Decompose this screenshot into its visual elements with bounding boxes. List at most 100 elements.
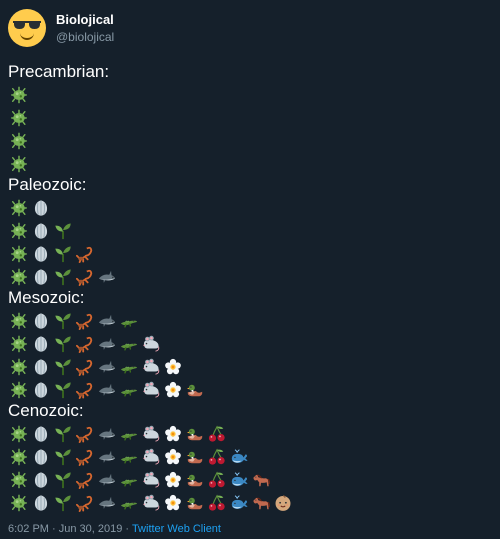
shell-icon — [30, 310, 52, 331]
shell-icon — [30, 469, 52, 490]
seedling-icon — [52, 492, 74, 513]
microbe-icon — [8, 379, 30, 400]
shell-icon — [30, 356, 52, 377]
crocodile-icon — [118, 469, 140, 490]
microbe-icon — [8, 197, 30, 218]
cherries-icon — [206, 446, 228, 467]
seedling-icon — [52, 379, 74, 400]
mouse-icon — [140, 492, 162, 513]
era-title: Mesozoic: — [8, 288, 85, 307]
seedling-icon — [52, 310, 74, 331]
shark-icon — [96, 492, 118, 513]
shark-icon — [96, 310, 118, 331]
mouse-icon — [140, 469, 162, 490]
emoji-row — [8, 491, 492, 514]
tweet-timestamp[interactable]: 6:02 PM · Jun 30, 2019 · — [8, 523, 132, 535]
microbe-icon — [8, 310, 30, 331]
duck-icon — [184, 469, 206, 490]
author-handle[interactable]: @biolojical — [56, 29, 114, 45]
blossom-icon — [162, 446, 184, 467]
tweet-source-link[interactable]: Twitter Web Client — [132, 523, 221, 535]
tweet-footer: 6:02 PM · Jun 30, 2019 · Twitter Web Cli… — [8, 522, 221, 536]
shell-icon — [30, 423, 52, 444]
shell-icon — [30, 333, 52, 354]
seedling-icon — [52, 356, 74, 377]
mouse-icon — [140, 423, 162, 444]
shell-icon — [30, 446, 52, 467]
era-title: Cenozoic: — [8, 401, 84, 420]
emoji-row — [8, 332, 492, 355]
mouse-icon — [140, 446, 162, 467]
whale-icon — [228, 492, 250, 513]
crocodile-icon — [118, 492, 140, 513]
crocodile-icon — [118, 379, 140, 400]
scorpion-icon — [74, 356, 96, 377]
cherries-icon — [206, 423, 228, 444]
whale-icon — [228, 446, 250, 467]
shark-icon — [96, 356, 118, 377]
seedling-icon — [52, 220, 74, 241]
emoji-row — [8, 265, 492, 288]
duck-icon — [184, 379, 206, 400]
scorpion-icon — [74, 492, 96, 513]
scorpion-icon — [74, 333, 96, 354]
era-title: Paleozoic: — [8, 175, 87, 194]
scorpion-icon — [74, 469, 96, 490]
scorpion-icon — [74, 266, 96, 287]
mouse-icon — [140, 333, 162, 354]
blossom-icon — [162, 423, 184, 444]
emoji-row — [8, 242, 492, 265]
microbe-icon — [8, 356, 30, 377]
mouse-icon — [140, 379, 162, 400]
blossom-icon — [162, 469, 184, 490]
tweet-header: Biolojical @biolojical — [8, 8, 114, 48]
emoji-row — [8, 355, 492, 378]
crocodile-icon — [118, 333, 140, 354]
seedling-icon — [52, 423, 74, 444]
microbe-icon — [8, 266, 30, 287]
shark-icon — [96, 266, 118, 287]
emoji-row — [8, 422, 492, 445]
duck-icon — [184, 492, 206, 513]
microbe-icon — [8, 153, 30, 174]
scorpion-icon — [74, 446, 96, 467]
emoji-row — [8, 445, 492, 468]
emoji-row — [8, 468, 492, 491]
mouse-icon — [140, 356, 162, 377]
shark-icon — [96, 333, 118, 354]
microbe-icon — [8, 220, 30, 241]
blossom-icon — [162, 492, 184, 513]
author-display-name[interactable]: Biolojical — [56, 12, 114, 28]
shell-icon — [30, 492, 52, 513]
smile-mouth — [20, 32, 34, 40]
sunglasses-icon — [13, 21, 41, 29]
blossom-icon — [162, 356, 184, 377]
microbe-icon — [8, 107, 30, 128]
scorpion-icon — [74, 243, 96, 264]
cherries-icon — [206, 469, 228, 490]
emoji-row — [8, 129, 492, 152]
shell-icon — [30, 379, 52, 400]
shark-icon — [96, 469, 118, 490]
era-title: Precambrian: — [8, 62, 110, 81]
scorpion-icon — [74, 379, 96, 400]
shell-icon — [30, 197, 52, 218]
seedling-icon — [52, 446, 74, 467]
cherries-icon — [206, 492, 228, 513]
microbe-icon — [8, 243, 30, 264]
blossom-icon — [162, 379, 184, 400]
seedling-icon — [52, 266, 74, 287]
shark-icon — [96, 423, 118, 444]
horse-icon — [250, 492, 272, 513]
microbe-icon — [8, 333, 30, 354]
shark-icon — [96, 379, 118, 400]
emoji-row — [8, 309, 492, 332]
avatar[interactable] — [8, 9, 46, 47]
shell-icon — [30, 266, 52, 287]
crocodile-icon — [118, 423, 140, 444]
seedling-icon — [52, 243, 74, 264]
microbe-icon — [8, 446, 30, 467]
scorpion-icon — [74, 423, 96, 444]
horse-icon — [250, 469, 272, 490]
microbe-icon — [8, 130, 30, 151]
